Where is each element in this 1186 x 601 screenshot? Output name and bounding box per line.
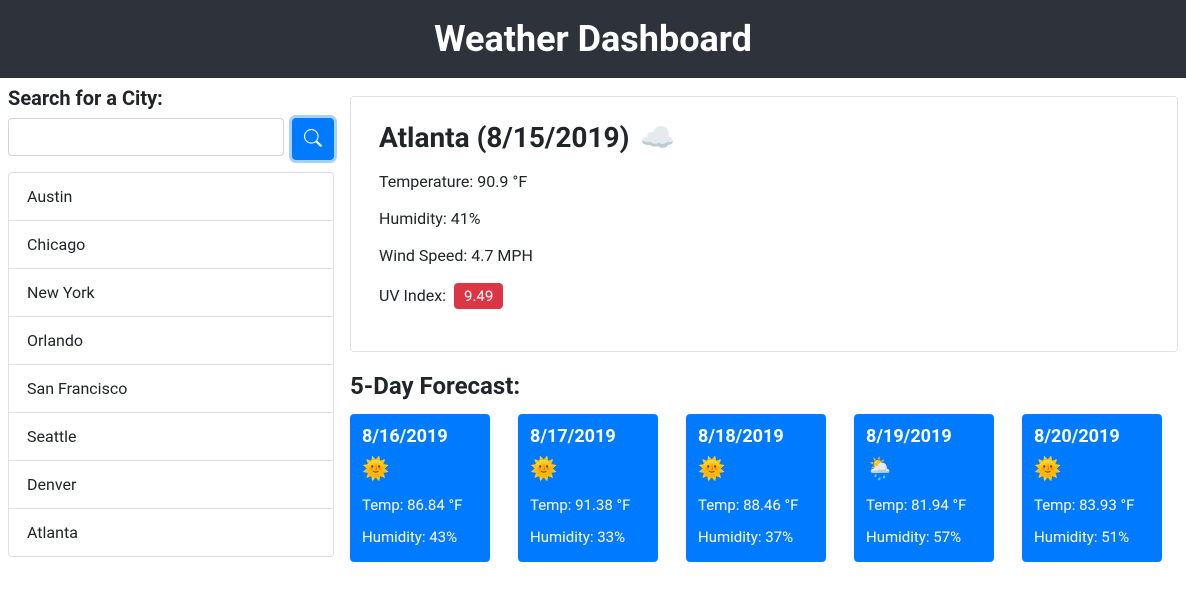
current-city-date: Atlanta (8/15/2019) xyxy=(379,121,629,154)
forecast-date: 8/20/2019 xyxy=(1034,426,1150,447)
search-icon xyxy=(304,129,322,150)
search-input[interactable] xyxy=(8,118,284,156)
forecast-card: 8/20/2019 🌞 Temp: 83.93 °F Humidity: 51% xyxy=(1022,414,1162,562)
history-item[interactable]: Denver xyxy=(9,461,333,509)
current-wind: Wind Speed: 4.7 MPH xyxy=(379,246,1149,265)
forecast-card: 8/18/2019 🌞 Temp: 88.46 °F Humidity: 37% xyxy=(686,414,826,562)
sun-icon: 🌞 xyxy=(1034,457,1150,482)
forecast-temp: Temp: 81.94 °F xyxy=(866,496,982,514)
forecast-date: 8/17/2019 xyxy=(530,426,646,447)
current-humidity: Humidity: 41% xyxy=(379,209,1149,228)
app-header: Weather Dashboard xyxy=(0,0,1186,78)
history-item[interactable]: Austin xyxy=(9,173,333,221)
forecast-humidity: Humidity: 33% xyxy=(530,528,646,546)
forecast-title: 5-Day Forecast: xyxy=(350,372,1178,400)
current-uv: UV Index: 9.49 xyxy=(379,283,1149,309)
cloud-icon: ☁️ xyxy=(640,121,675,154)
uv-label: UV Index: xyxy=(379,286,450,305)
forecast-date: 8/16/2019 xyxy=(362,426,478,447)
forecast-temp: Temp: 91.38 °F xyxy=(530,496,646,514)
sun-icon: 🌞 xyxy=(698,457,814,482)
current-temperature: Temperature: 90.9 °F xyxy=(379,172,1149,191)
history-item[interactable]: Atlanta xyxy=(9,509,333,556)
history-item[interactable]: New York xyxy=(9,269,333,317)
forecast-humidity: Humidity: 57% xyxy=(866,528,982,546)
forecast-humidity: Humidity: 51% xyxy=(1034,528,1150,546)
history-item[interactable]: Orlando xyxy=(9,317,333,365)
current-weather-card: Atlanta (8/15/2019) ☁️ Temperature: 90.9… xyxy=(350,96,1178,352)
history-item[interactable]: Chicago xyxy=(9,221,333,269)
forecast-card: 8/17/2019 🌞 Temp: 91.38 °F Humidity: 33% xyxy=(518,414,658,562)
forecast-humidity: Humidity: 37% xyxy=(698,528,814,546)
history-item[interactable]: San Francisco xyxy=(9,365,333,413)
forecast-temp: Temp: 86.84 °F xyxy=(362,496,478,514)
search-label: Search for a City: xyxy=(8,86,334,110)
forecast-humidity: Humidity: 43% xyxy=(362,528,478,546)
search-button[interactable] xyxy=(292,118,334,160)
rain-sun-icon: 🌦️ xyxy=(866,457,982,482)
history-list: Austin Chicago New York Orlando San Fran… xyxy=(8,172,334,557)
sun-icon: 🌞 xyxy=(530,457,646,482)
uv-badge: 9.49 xyxy=(454,283,503,309)
page-title: Weather Dashboard xyxy=(0,18,1186,60)
forecast-temp: Temp: 88.46 °F xyxy=(698,496,814,514)
history-item[interactable]: Seattle xyxy=(9,413,333,461)
forecast-temp: Temp: 83.93 °F xyxy=(1034,496,1150,514)
sidebar: Search for a City: Austin Chicago New Yo… xyxy=(8,86,334,562)
main-container: Search for a City: Austin Chicago New Yo… xyxy=(0,78,1186,570)
forecast-row: 8/16/2019 🌞 Temp: 86.84 °F Humidity: 43%… xyxy=(350,414,1178,562)
forecast-card: 8/19/2019 🌦️ Temp: 81.94 °F Humidity: 57… xyxy=(854,414,994,562)
current-title: Atlanta (8/15/2019) ☁️ xyxy=(379,121,1149,154)
forecast-date: 8/18/2019 xyxy=(698,426,814,447)
search-row xyxy=(8,118,334,160)
forecast-date: 8/19/2019 xyxy=(866,426,982,447)
sun-icon: 🌞 xyxy=(362,457,478,482)
forecast-card: 8/16/2019 🌞 Temp: 86.84 °F Humidity: 43% xyxy=(350,414,490,562)
main-content: Atlanta (8/15/2019) ☁️ Temperature: 90.9… xyxy=(350,86,1178,562)
